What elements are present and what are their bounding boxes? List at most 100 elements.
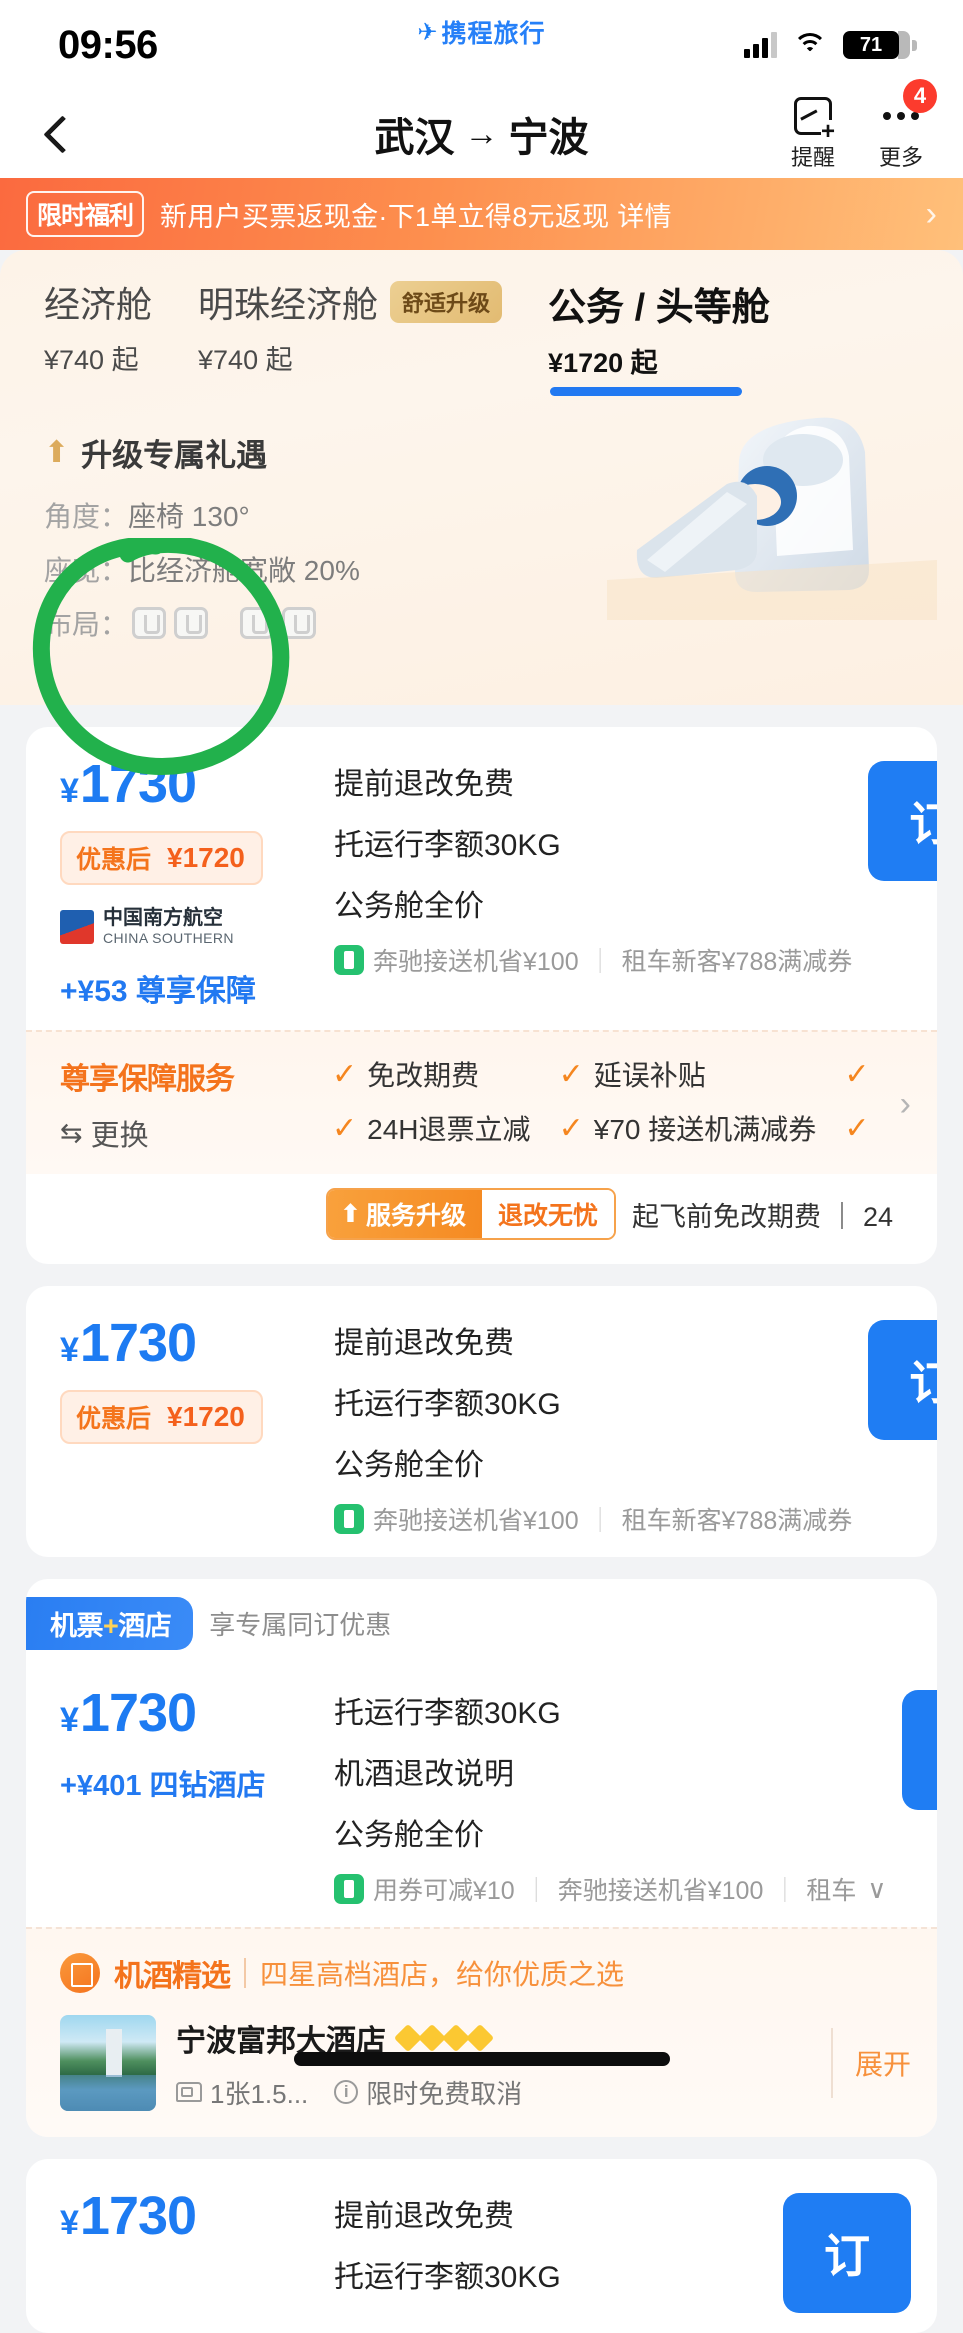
brand-label: 携程旅行 <box>441 20 546 48</box>
cabin-class-panel: 经济舱 ¥740 起 明珠经济舱 舒适升级 ¥740 起 公务 / 头等舱 ¥1… <box>0 250 963 705</box>
nav-actions: 提醒 4 更多 <box>791 78 937 172</box>
coupon-text: 租车新客¥788满减券 <box>621 948 853 976</box>
flight-card[interactable]: ¥ 1730 优惠后 ¥1720 中国南方航空 CHINA SOUTHERN +… <box>26 727 937 1265</box>
promo-banner[interactable]: 限时福利 新用户买票返现金·下1单立得8元返现 详情 › <box>0 178 963 250</box>
price-value: 1730 <box>79 2186 197 2247</box>
coupon-text: 租车 <box>806 1877 857 1906</box>
coupon-text: 用券可减¥10 <box>373 1877 515 1906</box>
info-line: 托运行李额30KG <box>334 1388 561 1422</box>
price-value: 1730 <box>79 754 197 814</box>
airline-row: 中国南方航空 CHINA SOUTHERN <box>60 907 330 946</box>
flight-card[interactable]: ¥ 1730 提前退改免费 托运行李额30KG 订 <box>26 2159 937 2333</box>
guarantee-items: ✓ 免改期费 ✓ 延误补贴 ✓ ✓ 24H退票立减 ✓ ¥70 接送机满减券 ✓ <box>332 1054 872 1148</box>
discount-label: 优惠后 <box>76 846 152 874</box>
guarantee-swap-label: 更换 <box>90 1120 149 1153</box>
bundle-subtitle: 享专属同订优惠 <box>209 1610 392 1641</box>
discount-badge: 优惠后 ¥1720 <box>60 831 263 885</box>
chart-add-icon <box>793 96 835 144</box>
hotel-rating-diamonds <box>393 2023 495 2052</box>
book-button[interactable]: 订 <box>783 2193 911 2314</box>
airline-name-cn: 中国南方航空 <box>103 907 223 929</box>
flight-card-main: ¥ 1730 优惠后 ¥1720 中国南方航空 CHINA SOUTHERN +… <box>26 727 937 1030</box>
title-destination: 宁波 <box>508 116 589 160</box>
chevron-right-icon[interactable]: › <box>926 195 937 234</box>
hotel-meta: 1张1.5... i 限时免费取消 <box>176 2074 811 2111</box>
service-upgrade-text: 起飞前免改期费 ｜ 24 <box>631 1201 894 1232</box>
hotel-room: 1张1.5... <box>176 2074 308 2111</box>
hotel-tag: 机酒精选 <box>114 1960 231 1994</box>
coupon-row[interactable]: 奔驰接送机省¥100 ｜ 租车新客¥788满减券 <box>334 942 852 978</box>
chevron-right-icon[interactable]: › <box>894 1085 911 1124</box>
status-time: 09:56 <box>58 22 158 67</box>
coupon-text: 奔驰接送机省¥100 <box>373 948 579 976</box>
info-line: 提前退改免费 <box>334 1327 514 1361</box>
active-tab-indicator <box>550 387 743 396</box>
expand-label: 展开 <box>854 2049 911 2081</box>
spec-angle-value: 座椅 130° <box>128 501 250 532</box>
back-chevron-icon[interactable] <box>34 104 90 164</box>
swap-icon: ⇆ <box>60 1117 83 1148</box>
coupon-row[interactable]: 用券可减¥10 ｜ 奔驰接送机省¥100 ｜ 租车 ∨ <box>334 1871 886 1907</box>
book-button[interactable]: 订 <box>868 1320 937 1441</box>
service-upgrade-right: 退改无忧 <box>481 1190 614 1239</box>
flight-card-main: ¥ 1730 提前退改免费 托运行李额30KG 订 <box>26 2159 937 2333</box>
spec-angle-key: 角度： <box>44 501 129 532</box>
check-icon: ✓ <box>558 1057 584 1091</box>
info-line: 公务舱全价 <box>334 1449 484 1483</box>
seat-icon <box>174 607 209 639</box>
hotel-addon-link[interactable]: +¥401 四钻酒店 <box>60 1762 330 1804</box>
book-column: 订 <box>856 757 937 1010</box>
hotel-thumbnail <box>60 2015 156 2112</box>
book-column: 订 <box>771 2189 911 2314</box>
flight-card[interactable]: ¥ 1730 优惠后 ¥1720 提前退改免费 托运行李额30KG 公务舱全价 … <box>26 1286 937 1558</box>
guarantee-strip[interactable]: 尊享保障服务 ⇆ 更换 ✓ 免改期费 ✓ 延误补贴 ✓ ✓ 24H退票立减 ✓ ¥70 … <box>26 1030 937 1175</box>
service-upgrade-row[interactable]: ⬆ 服务升级 退改无忧 起飞前免改期费 ｜ 24 <box>26 1174 937 1264</box>
guarantee-item: ✓ 24H退票立减 <box>332 1108 533 1148</box>
addon-link[interactable]: +¥53 尊享保障 <box>60 966 330 1010</box>
price-column: ¥ 1730 <box>60 2189 330 2313</box>
check-icon: ✓ <box>558 1111 584 1145</box>
tab-economy[interactable]: 经济舱 ¥740 起 <box>44 276 152 393</box>
currency-symbol: ¥ <box>60 2204 79 2243</box>
hotel-cancel: i 限时免费取消 <box>334 2074 522 2111</box>
bundle-badge-flight: 机票 <box>50 1611 104 1642</box>
more-button[interactable]: 4 更多 <box>879 78 937 172</box>
guarantee-item-label: 24H退票立减 <box>367 1114 531 1146</box>
book-button[interactable]: 订 <box>868 761 937 881</box>
currency-symbol: ¥ <box>60 1701 79 1740</box>
spec-width-key: 座宽： <box>44 555 129 586</box>
price-column: ¥ 1730 +¥401 四钻酒店 <box>60 1686 330 1907</box>
seat-icon <box>282 607 317 639</box>
tab-economy-label: 经济舱 <box>44 284 153 325</box>
seat-layout-icons <box>132 607 317 639</box>
info-line: 托运行李额30KG <box>334 1697 561 1731</box>
business-seat-illustration <box>607 417 937 620</box>
check-icon: ✓ <box>844 1111 870 1145</box>
tab-business-first[interactable]: 公务 / 头等舱 ¥1720 起 <box>548 276 770 396</box>
chevron-down-icon[interactable]: ∨ <box>867 1874 886 1905</box>
tab-premium-economy[interactable]: 明珠经济舱 舒适升级 ¥740 起 <box>198 276 503 393</box>
hotel-title-row: 机酒精选 四星高档酒店，给你优质之选 <box>60 1951 911 1995</box>
book-button[interactable]: 订 <box>902 1690 937 1811</box>
coupon-row[interactable]: 奔驰接送机省¥100 ｜ 租车新客¥788满减券 <box>334 1501 852 1537</box>
battery-level: 71 <box>859 33 883 56</box>
diamond-icon <box>465 2023 495 2052</box>
promo-badge: 限时福利 <box>26 191 145 237</box>
coupon-icon <box>334 1874 364 1905</box>
guarantee-swap-button[interactable]: ⇆ 更换 <box>60 1112 310 1154</box>
flight-list: ¥ 1730 优惠后 ¥1720 中国南方航空 CHINA SOUTHERN +… <box>0 727 963 2333</box>
card-price: ¥ 1730 <box>60 1686 330 1740</box>
promo-text: 新用户买票返现金·下1单立得8元返现 详情 <box>160 201 672 232</box>
check-icon: ✓ <box>332 1111 358 1145</box>
reminder-button[interactable]: 提醒 <box>791 96 835 172</box>
coupon-icon <box>334 1504 364 1535</box>
hotel-room-label: 1张1.5... <box>210 2078 309 2109</box>
flight-card-main: ¥ 1730 +¥401 四钻酒店 托运行李额30KG 机酒退改说明 公务舱全价… <box>26 1656 937 1927</box>
seat-icon <box>240 607 275 639</box>
hotel-expand-button[interactable]: 展开 <box>830 2028 911 2099</box>
discount-badge: 优惠后 ¥1720 <box>60 1390 263 1445</box>
info-line: 公务舱全价 <box>334 1819 484 1853</box>
hotel-icon <box>60 1953 100 1994</box>
info-line: 提前退改免费 <box>334 2200 514 2234</box>
service-upgrade-badge: ⬆ 服务升级 退改无忧 <box>326 1188 616 1241</box>
